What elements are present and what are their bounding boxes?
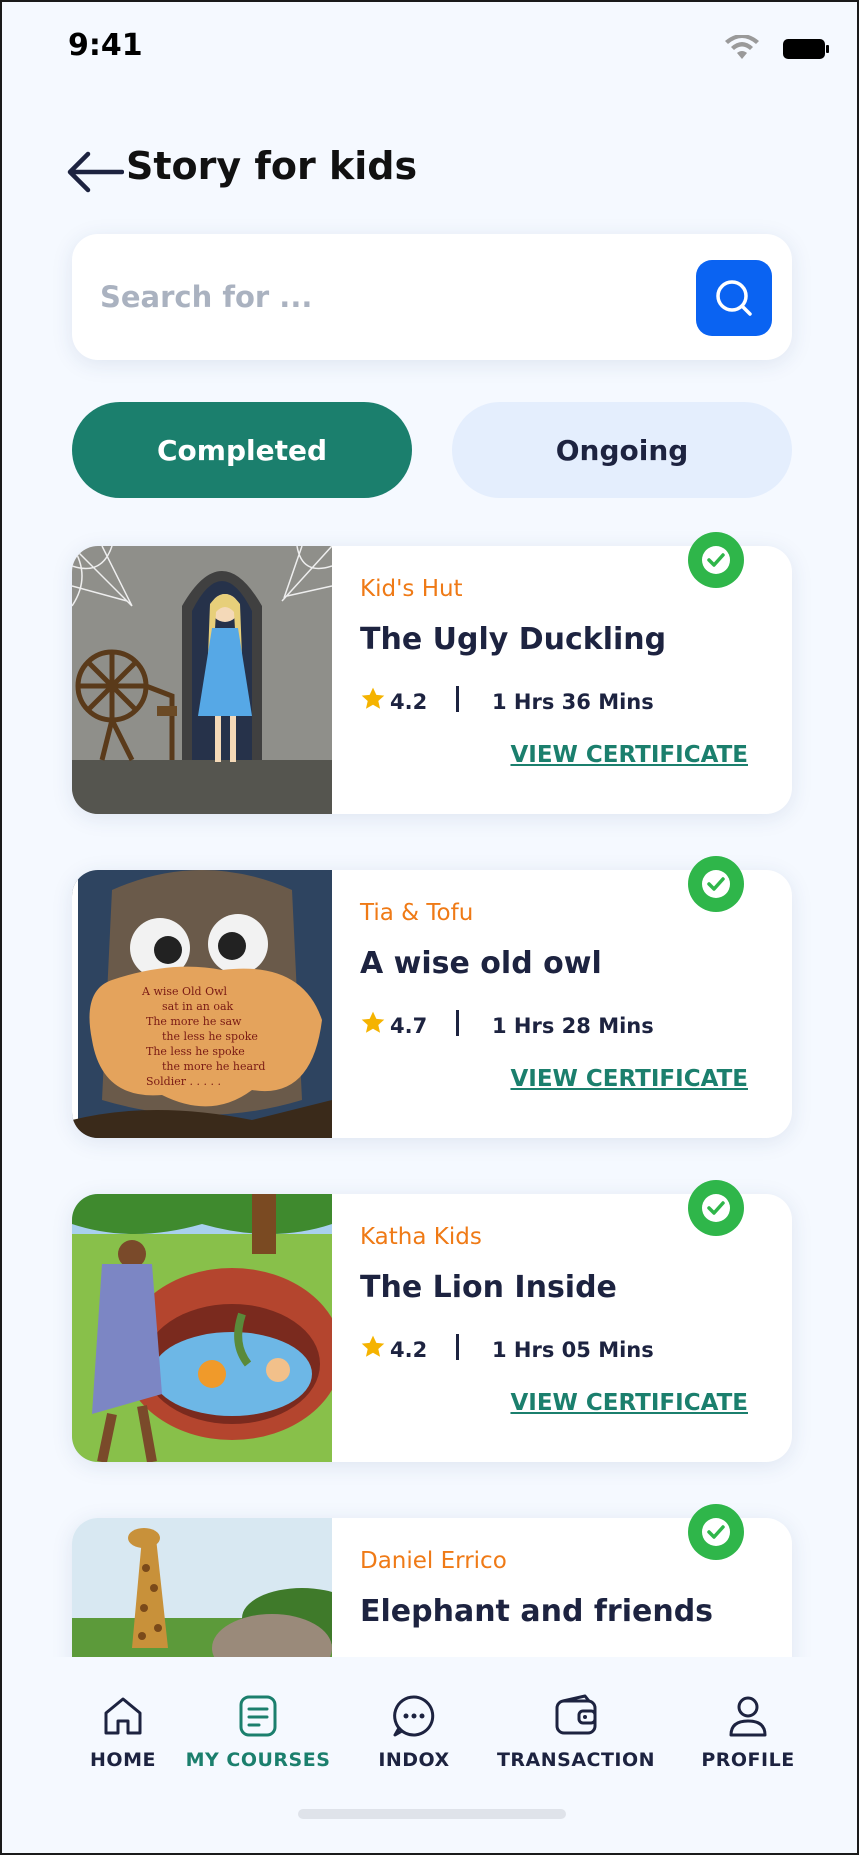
svg-text:The less he spoke: The less he spoke bbox=[146, 1045, 245, 1058]
course-title: Elephant and friends bbox=[360, 1594, 714, 1629]
chat-icon bbox=[393, 1695, 435, 1737]
nav-transaction[interactable]: TRANSACTION bbox=[496, 1693, 656, 1793]
course-author: Katha Kids bbox=[360, 1224, 482, 1250]
course-thumbnail bbox=[72, 1194, 332, 1462]
course-thumbnail bbox=[72, 546, 332, 814]
course-duration: 1 Hrs 36 Mins bbox=[492, 690, 654, 714]
course-rating: 4.2 bbox=[390, 690, 428, 714]
bottom-navigation: HOME MY COURSES INDOX TRANSACTION PROFIL… bbox=[2, 1657, 857, 1853]
view-certificate-link[interactable]: VIEW CERTIFICATE bbox=[510, 1066, 748, 1092]
nav-label: HOME bbox=[90, 1749, 156, 1771]
svg-text:The more he saw: The more he saw bbox=[146, 1015, 242, 1028]
completed-check-icon bbox=[688, 1180, 744, 1236]
nav-inbox[interactable]: INDOX bbox=[362, 1693, 466, 1793]
meta-divider bbox=[456, 1334, 459, 1360]
svg-text:A wise Old Owl: A wise Old Owl bbox=[141, 985, 228, 998]
svg-text:Soldier . . . . .: Soldier . . . . . bbox=[146, 1075, 221, 1088]
home-indicator bbox=[298, 1809, 566, 1819]
course-author: Daniel Errico bbox=[360, 1548, 507, 1574]
meta-divider bbox=[456, 686, 459, 712]
profile-icon bbox=[729, 1696, 767, 1737]
star-icon bbox=[361, 1335, 385, 1357]
nav-label: PROFILE bbox=[701, 1749, 795, 1771]
completed-check-icon bbox=[688, 532, 744, 588]
nav-profile[interactable]: PROFILE bbox=[698, 1693, 798, 1793]
home-icon bbox=[104, 1697, 142, 1735]
course-card[interactable]: Daniel Errico Elephant and friends bbox=[72, 1504, 792, 1657]
course-author: Tia & Tofu bbox=[360, 900, 474, 926]
nav-label: TRANSACTION bbox=[496, 1749, 656, 1771]
meta-divider bbox=[456, 1010, 459, 1036]
course-list[interactable]: Kid's Hut The Ugly Duckling 4.2 1 Hrs 36… bbox=[2, 2, 857, 1657]
svg-text:the more he heard: the more he heard bbox=[162, 1060, 265, 1073]
course-thumbnail: A wise Old Owl sat in an oak The more he… bbox=[72, 870, 332, 1138]
svg-text:sat in an oak: sat in an oak bbox=[162, 1000, 234, 1013]
course-duration: 1 Hrs 05 Mins bbox=[492, 1338, 654, 1362]
course-title: The Ugly Duckling bbox=[360, 622, 667, 657]
view-certificate-link[interactable]: VIEW CERTIFICATE bbox=[510, 742, 748, 768]
course-rating: 4.7 bbox=[390, 1014, 428, 1038]
course-thumbnail bbox=[72, 1518, 332, 1657]
wallet-icon bbox=[555, 1694, 597, 1735]
course-title: The Lion Inside bbox=[360, 1270, 617, 1305]
nav-label: MY COURSES bbox=[185, 1749, 331, 1771]
view-certificate-link[interactable]: VIEW CERTIFICATE bbox=[510, 1390, 748, 1416]
completed-check-icon bbox=[688, 1504, 744, 1560]
nav-label: INDOX bbox=[378, 1749, 450, 1771]
star-icon bbox=[361, 687, 385, 709]
course-card[interactable]: Kid's Hut The Ugly Duckling 4.2 1 Hrs 36… bbox=[72, 532, 792, 814]
course-author: Kid's Hut bbox=[360, 576, 463, 602]
course-card[interactable]: Katha Kids The Lion Inside 4.2 1 Hrs 05 … bbox=[72, 1180, 792, 1462]
course-title: A wise old owl bbox=[360, 946, 602, 981]
courses-icon bbox=[239, 1695, 277, 1737]
course-rating: 4.2 bbox=[390, 1338, 428, 1362]
svg-text:the less he spoke: the less he spoke bbox=[162, 1030, 258, 1043]
nav-my-courses[interactable]: MY COURSES bbox=[185, 1693, 331, 1793]
course-card[interactable]: A wise Old Owl sat in an oak The more he… bbox=[72, 856, 792, 1138]
course-duration: 1 Hrs 28 Mins bbox=[492, 1014, 654, 1038]
phone-screen: 9:41 Story for kids Completed Ongoing bbox=[0, 0, 859, 1855]
completed-check-icon bbox=[688, 856, 744, 912]
star-icon bbox=[361, 1011, 385, 1033]
nav-home[interactable]: HOME bbox=[62, 1693, 184, 1793]
